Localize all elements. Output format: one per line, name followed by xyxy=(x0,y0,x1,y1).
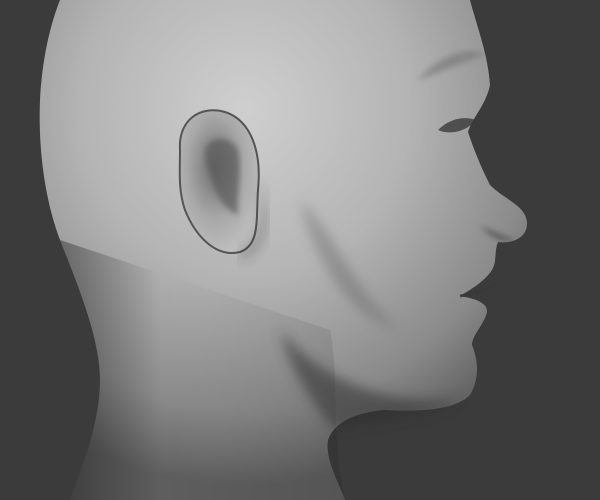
head-render xyxy=(0,0,600,500)
